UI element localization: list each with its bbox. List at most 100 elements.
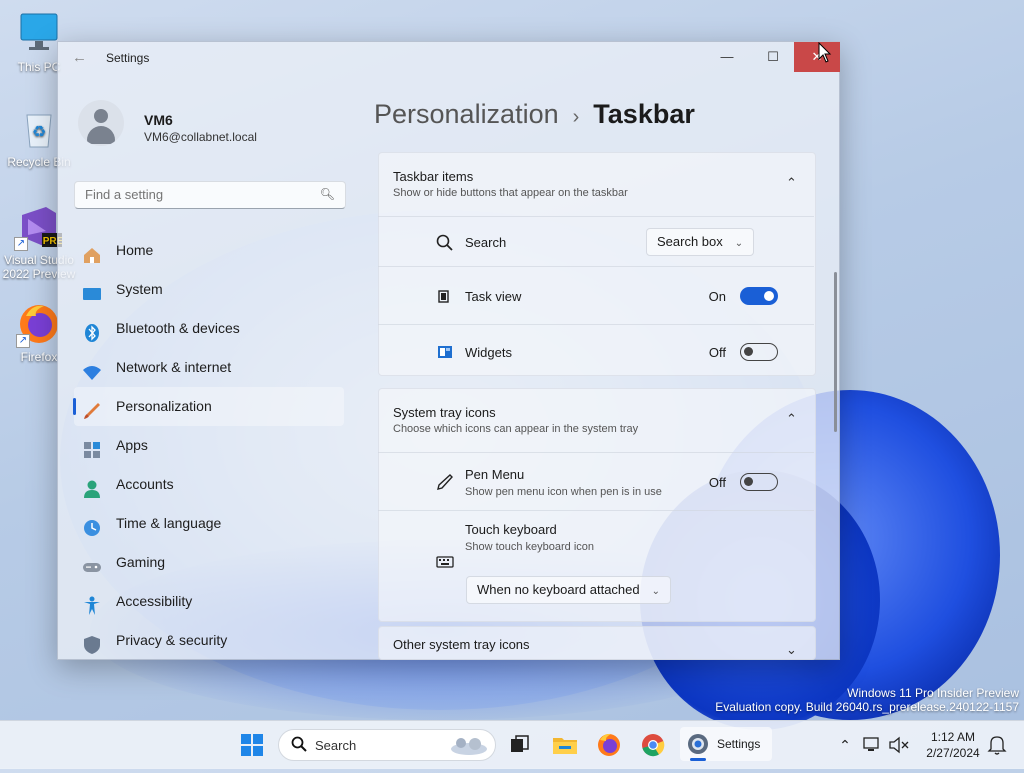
bell-icon	[987, 736, 1007, 755]
search-mode-dropdown[interactable]: Search box ⌄	[646, 228, 755, 256]
taskbar-items-subtitle: Show or hide buttons that appear on the …	[393, 187, 628, 199]
shortcut-arrow-icon: ↗	[14, 237, 28, 251]
widgets-label: Widgets	[465, 345, 512, 360]
chevron-down-icon: ⌄	[734, 238, 744, 249]
firefox-icon: ↗	[16, 302, 60, 348]
task-view-toggle[interactable]	[740, 287, 778, 305]
sidebar-item-apps[interactable]: Apps	[74, 426, 344, 465]
touch-keyboard-value: When no keyboard attached	[477, 582, 640, 597]
sidebar-item-system[interactable]: System	[74, 270, 344, 309]
widgets-toggle[interactable]	[740, 343, 778, 361]
sidebar-item-label: Personalization	[116, 398, 212, 414]
sidebar-item-home[interactable]: Home	[74, 231, 344, 270]
settings-window: ← Settings — ☐ ✕ VM6 VM6@collabnet.local…	[57, 41, 840, 660]
breadcrumb-parent[interactable]: Personalization	[374, 99, 559, 129]
sidebar-item-bluetooth[interactable]: Bluetooth & devices	[74, 309, 344, 348]
taskbar-search-box[interactable]: Search	[278, 729, 496, 761]
brush-icon	[82, 397, 102, 419]
search-icon	[436, 234, 454, 252]
scrollbar[interactable]	[834, 272, 837, 432]
sidebar-item-label: Privacy & security	[116, 632, 228, 648]
watermark-line-2: Evaluation copy. Build 26040.rs_prerelea…	[715, 700, 1019, 714]
notifications-button[interactable]	[985, 729, 1009, 761]
chevron-up-icon[interactable]: ⌃	[786, 411, 821, 427]
chrome-taskbar-button[interactable]	[637, 729, 669, 761]
back-arrow-icon[interactable]: ←	[72, 49, 87, 66]
settings-taskbar-button[interactable]: Settings	[680, 727, 772, 761]
wifi-icon	[82, 358, 102, 380]
accessibility-icon	[82, 592, 102, 615]
pen-icon	[436, 473, 454, 491]
system-tray-subtitle: Choose which icons can appear in the sys…	[393, 423, 639, 435]
touch-keyboard-label: Touch keyboard	[465, 522, 557, 537]
search-input[interactable]	[75, 182, 315, 206]
widgets-icon	[436, 343, 454, 361]
task-view-setting-row: Task view On	[378, 266, 814, 325]
home-icon	[82, 241, 102, 263]
chevron-up-icon[interactable]: ⌃	[786, 175, 821, 191]
sidebar-item-network[interactable]: Network & internet	[74, 348, 344, 387]
task-view-button[interactable]	[503, 729, 535, 761]
system-icon	[82, 280, 102, 300]
avatar-body	[87, 126, 115, 144]
avatar-head	[94, 109, 108, 123]
pen-menu-toggle[interactable]	[740, 473, 778, 491]
volume-tray-button[interactable]	[886, 729, 912, 761]
user-name: VM6	[144, 112, 173, 128]
maximize-button[interactable]: ☐	[750, 42, 796, 72]
widgets-setting-row: Widgets Off	[378, 324, 814, 375]
system-tray-title: System tray icons	[393, 405, 496, 420]
sidebar-item-personalization[interactable]: Personalization	[73, 387, 344, 426]
desktop-icon-label: This PC	[17, 60, 61, 74]
evaluation-watermark: Windows 11 Pro Insider Preview Evaluatio…	[715, 686, 1019, 714]
search-icon	[291, 736, 307, 755]
start-button[interactable]	[236, 729, 268, 761]
task-view-icon	[436, 287, 454, 305]
touch-keyboard-dropdown[interactable]: When no keyboard attached ⌄	[466, 576, 671, 604]
system-clock[interactable]: 1:12 AM 2/27/2024	[918, 729, 988, 761]
visual-studio-icon: PRE ↗	[14, 205, 64, 251]
gear-icon	[688, 734, 708, 754]
keyboard-icon	[436, 553, 454, 571]
minimize-button[interactable]: —	[704, 42, 750, 72]
sidebar-item-privacy[interactable]: Privacy & security	[74, 621, 344, 660]
title-bar[interactable]: ← Settings — ☐ ✕	[58, 42, 840, 72]
clock-time: 1:12 AM	[930, 730, 976, 744]
window-title: Settings	[106, 51, 150, 65]
network-tray-button[interactable]	[860, 729, 884, 761]
firefox-taskbar-button[interactable]	[593, 729, 625, 761]
network-icon	[863, 737, 879, 751]
gamepad-icon	[82, 553, 102, 573]
page-title: Taskbar	[593, 99, 695, 129]
chevron-up-icon: ⌃	[839, 737, 851, 753]
sidebar-item-label: Network & internet	[116, 359, 232, 375]
sidebar-item-gaming[interactable]: Gaming	[74, 543, 344, 582]
folder-icon	[553, 738, 577, 754]
sidebar-item-label: Time & language	[116, 515, 222, 531]
apps-icon	[82, 436, 102, 458]
accounts-icon	[82, 475, 102, 498]
chevron-down-icon[interactable]: ⌄	[786, 642, 821, 658]
search-icon[interactable]: 🔍︎	[320, 187, 335, 201]
close-button[interactable]: ✕	[794, 42, 840, 72]
search-setting-label: Search	[465, 235, 507, 250]
recycle-bin-icon: ♻	[19, 107, 59, 151]
taskbar-items-title: Taskbar items	[393, 169, 474, 184]
shield-icon	[82, 631, 102, 654]
sidebar-item-time-language[interactable]: Time & language	[74, 504, 344, 543]
mouse-cursor-icon	[818, 42, 832, 63]
sidebar-item-accessibility[interactable]: Accessibility	[74, 582, 344, 621]
file-explorer-button[interactable]	[549, 729, 581, 761]
tray-overflow-button[interactable]: ⌃	[829, 729, 861, 761]
sidebar-item-label: Home	[116, 242, 154, 258]
breadcrumb-separator-icon: ›	[572, 106, 580, 128]
avatar[interactable]	[78, 100, 124, 146]
pen-menu-label: Pen Menu	[465, 467, 525, 482]
sidebar-item-accounts[interactable]: Accounts	[74, 465, 344, 504]
sidebar-item-label: Accessibility	[116, 593, 193, 609]
task-view-label: Task view	[465, 289, 522, 304]
sidebar-nav: Home System Bluetooth & devices Network …	[73, 231, 344, 660]
find-setting-search[interactable]: 🔍︎	[74, 181, 346, 209]
monitor-icon	[19, 12, 59, 56]
chrome-icon	[642, 734, 665, 757]
